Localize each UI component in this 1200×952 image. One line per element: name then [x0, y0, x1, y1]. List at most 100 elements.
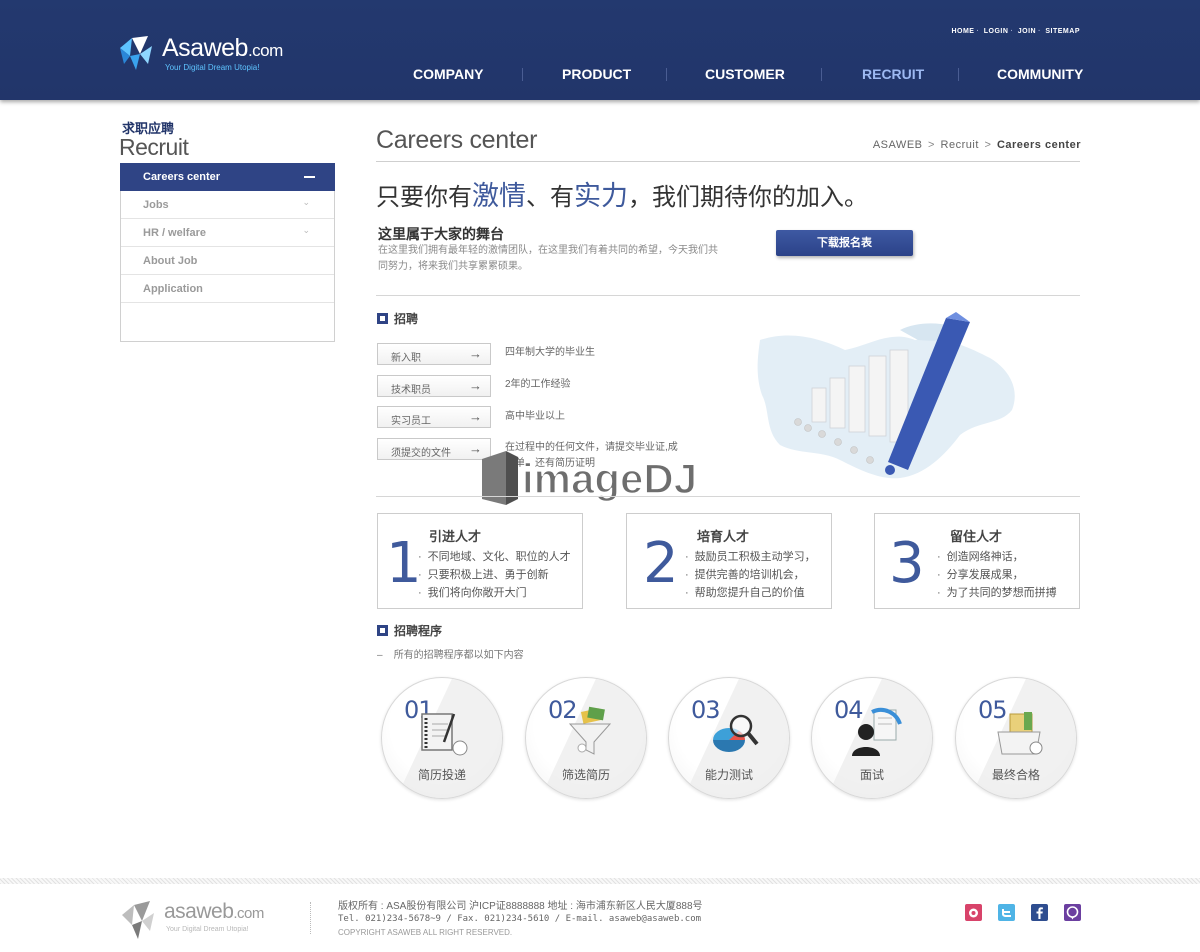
nav-recruit[interactable]: RECRUIT	[862, 66, 924, 82]
step-label: 面试	[859, 768, 884, 782]
sidebar-item-jobs[interactable]: Jobs ⌄	[121, 191, 334, 219]
main-nav: COMPANY PRODUCT CUSTOMER RECRUIT COMMUNI…	[377, 66, 1083, 84]
card-number: 3	[889, 531, 925, 596]
sidebar-item-about-job[interactable]: About Job	[121, 247, 334, 275]
job-tag-technical[interactable]: 技术职员 →	[377, 375, 491, 397]
process-step-3[interactable]: 03 能力测试	[668, 677, 790, 799]
job-tag-new-hire[interactable]: 新入职 →	[377, 343, 491, 365]
step-label: 能力测试	[704, 768, 753, 782]
util-join-link[interactable]: JOIN	[1018, 28, 1036, 35]
footer-company-line: 版权所有 : ASA股份有限公司 沪ICP证8888888 地址 : 海市浦东新…	[338, 901, 703, 912]
process-step-5[interactable]: 05 最终合格	[955, 677, 1077, 799]
blog-icon[interactable]	[965, 904, 982, 921]
card-list: 鼓励员工积极主动学习， 提供完善的培训机会， 帮助您提升自己的价值	[685, 548, 816, 602]
sidebar-nav: Careers center Jobs ⌄ HR / welfare ⌄ Abo…	[120, 163, 335, 342]
job-desc: 高中毕业以上	[505, 411, 565, 422]
footer-contact-line: Tel. 021)234-5678~9 / Fax. 021)234-5610 …	[338, 914, 702, 924]
card-list-item: 分享发展成果，	[937, 566, 1057, 584]
nav-product[interactable]: PRODUCT	[562, 66, 631, 82]
footer-logo-mark-icon	[122, 901, 154, 939]
arrow-right-icon: →	[469, 378, 482, 393]
twitter-icon[interactable]	[998, 904, 1015, 921]
footer-info: 版权所有 : ASA股份有限公司 沪ICP证8888888 地址 : 海市浦东新…	[338, 900, 703, 939]
job-tag-documents[interactable]: 须提交的文件 →	[377, 438, 491, 460]
job-desc: 四年制大学的毕业生	[505, 347, 595, 358]
stage-description: 在这里我们拥有最年轻的激情团队，在这里我们有着共同的希望，今天我们共同努力，将来…	[378, 245, 718, 272]
chat-icon[interactable]	[1064, 904, 1081, 921]
breadcrumb-separator-icon: >	[924, 139, 939, 151]
util-login-link[interactable]: LOGIN	[984, 28, 1009, 35]
card-number: 1	[386, 531, 422, 596]
recruit-heading: 招聘	[377, 310, 418, 327]
facebook-icon[interactable]	[1031, 904, 1048, 921]
nav-company[interactable]: COMPANY	[413, 66, 484, 82]
util-home-link[interactable]: HOME	[951, 28, 974, 35]
card-title: 引进人才	[429, 529, 482, 544]
logo-mark-icon	[120, 36, 152, 70]
logo-tagline: Your Digital Dream Utopia!	[165, 63, 260, 72]
nav-community[interactable]: COMMUNITY	[997, 66, 1083, 82]
process-heading: 招聘程序	[377, 622, 442, 639]
nav-divider	[666, 68, 667, 81]
footer-logo-tagline: Your Digital Dream Utopia!	[166, 926, 249, 933]
card-list-item: 为了共同的梦想而拼搏	[937, 584, 1057, 602]
breadcrumb-home[interactable]: ASAWEB	[873, 139, 923, 151]
svg-text:imageDJ: imageDJ	[522, 455, 697, 502]
minus-icon	[304, 176, 315, 178]
magnifier-pie-icon	[713, 714, 759, 752]
section-divider	[376, 295, 1080, 296]
card-title: 培育人才	[697, 529, 750, 544]
step-label: 筛选简历	[561, 768, 610, 782]
sidebar-item-application[interactable]: Application	[121, 275, 334, 303]
breadcrumb-current: Careers center	[996, 139, 1081, 151]
util-sitemap-link[interactable]: SITEMAP	[1045, 28, 1080, 35]
stage-title: 这里属于大家的舞台	[378, 226, 504, 242]
nav-divider	[522, 68, 523, 81]
card-list-item: 提供完善的培训机会，	[685, 566, 816, 584]
card-list-item: 不同地域、文化、职位的人才	[418, 548, 571, 566]
breadcrumb-recruit[interactable]: Recruit	[941, 139, 979, 151]
site-logo[interactable]: Asaweb.com Your Digital Dream Utopia!	[118, 32, 298, 76]
step-label: 最终合格	[991, 768, 1040, 782]
card-list-item: 创造网络神话，	[937, 548, 1057, 566]
job-tag-intern[interactable]: 实习员工 →	[377, 406, 491, 428]
card-list: 创造网络神话， 分享发展成果， 为了共同的梦想而拼搏	[937, 548, 1057, 602]
utility-links: HOME · LOGIN · JOIN · SITEMAP	[951, 28, 1080, 35]
header: Asaweb.com Your Digital Dream Utopia! HO…	[0, 0, 1200, 100]
card-number: 2	[643, 531, 679, 596]
sidebar-item-careers-center[interactable]: Careers center	[120, 163, 335, 191]
job-desc: 2年的工作经验	[505, 379, 571, 390]
footer-logo-text[interactable]: asaweb.com	[164, 900, 264, 924]
breadcrumb-separator-icon: >	[980, 139, 995, 151]
process-step-4[interactable]: 04 面试	[811, 677, 933, 799]
arrow-right-icon: →	[469, 346, 482, 361]
square-bullet-icon	[377, 625, 388, 636]
slogan: 只要你有激情、有实力，我们期待你的加入。	[376, 181, 868, 211]
talent-card-1: 1 引进人才 不同地域、文化、职位的人才 只要积极上进、勇于创新 我们将向你敞开…	[377, 513, 583, 609]
process-step-1[interactable]: 01 简历投递	[381, 677, 503, 799]
card-list: 不同地域、文化、职位的人才 只要积极上进、勇于创新 我们将向你敞开大门	[418, 548, 571, 602]
resume-notebook-icon	[421, 713, 468, 756]
title-divider	[376, 161, 1080, 162]
sidebar-item-hr-welfare[interactable]: HR / welfare ⌄	[121, 219, 334, 247]
filter-funnel-icon	[568, 706, 612, 755]
breadcrumb: ASAWEB > Recruit > Careers center	[873, 139, 1081, 151]
card-list-item: 我们将向你敞开大门	[418, 584, 571, 602]
nav-divider	[821, 68, 822, 81]
interview-person-icon	[852, 707, 902, 756]
sidebar-item-label: About Job	[143, 255, 198, 267]
card-list-item: 帮助您提升自己的价值	[685, 584, 816, 602]
chevron-down-icon: ⌄	[302, 197, 310, 207]
process-step-2[interactable]: 02 筛选简历	[525, 677, 647, 799]
arrow-right-icon: →	[469, 409, 482, 424]
sidebar-item-label: Careers center	[143, 171, 221, 183]
download-form-button[interactable]: 下载报名表	[776, 230, 913, 256]
card-title: 留住人才	[950, 529, 1003, 544]
nav-customer[interactable]: CUSTOMER	[705, 66, 785, 82]
watermark-logo: imageDJ	[482, 451, 698, 505]
chevron-down-icon: ⌄	[302, 225, 310, 235]
step-label: 简历投递	[417, 768, 466, 782]
sidebar-item-label: HR / welfare	[143, 227, 206, 239]
sidebar-item-label: Jobs	[143, 199, 169, 211]
logo-text: Asaweb.com	[162, 34, 283, 62]
